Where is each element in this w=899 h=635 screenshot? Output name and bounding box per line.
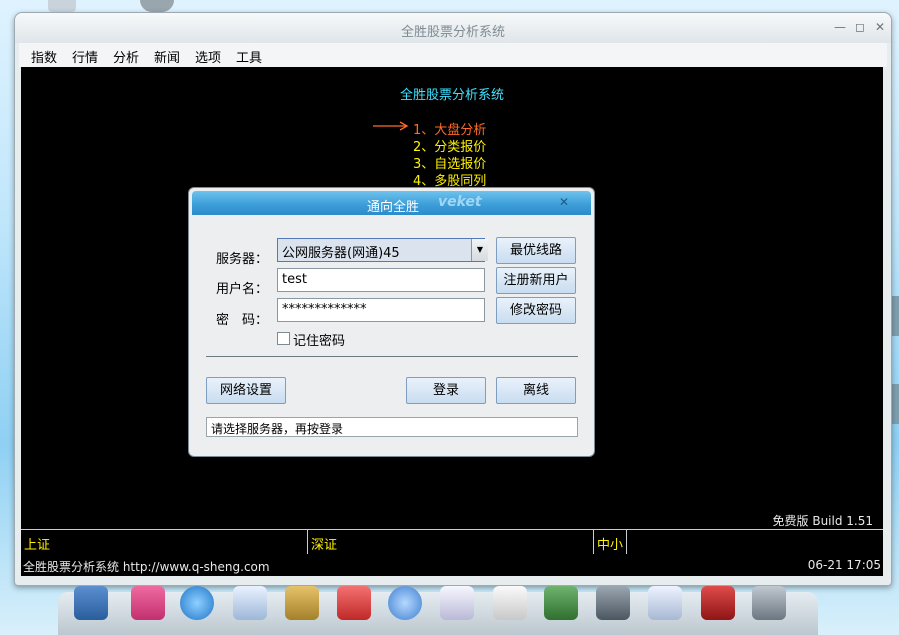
server-value: 公网服务器(网通)45 [282,246,400,261]
login-button[interactable]: 登录 [406,377,486,404]
status-bar: 全胜股票分析系统 http://www.q-sheng.com 06-21 17… [21,554,883,576]
help-icon[interactable] [701,586,735,620]
search-icon[interactable] [388,586,422,620]
divider [206,356,578,357]
clock: 06-21 17:05 [807,558,881,572]
chevron-down-icon[interactable]: ▼ [471,239,488,261]
window-title: 全胜股票分析系统 [400,25,505,40]
menu-analysis[interactable]: 分析 [113,47,139,66]
remember-label: 记住密码 [293,334,346,349]
dialog-title-bar[interactable]: 通向全胜 veket ✕ [192,191,591,215]
market-shenzhen[interactable]: 深证 [311,534,337,553]
site-url: 全胜股票分析系统 http://www.q-sheng.com [23,560,270,574]
menu-news[interactable]: 新闻 [154,47,180,66]
login-dialog: 通向全胜 veket ✕ 服务器： 公网服务器(网通)45 ▼ 最优线路 用户名… [188,187,595,457]
editor-icon[interactable] [233,586,267,620]
camera-icon[interactable] [752,586,786,620]
close-icon[interactable]: ✕ [873,20,887,34]
menu-bar: 指数 行情 分析 新闻 选项 工具 [19,43,887,67]
best-route-button[interactable]: 最优线路 [496,237,576,264]
register-button[interactable]: 注册新用户 [496,267,576,294]
market-shanghai[interactable]: 上证 [24,534,50,553]
divider [593,530,594,554]
divider [307,530,308,554]
menu-index[interactable]: 指数 [31,47,57,66]
divider [626,530,627,554]
document-icon[interactable] [440,586,474,620]
watermark-text: veket [438,194,482,210]
menu-options[interactable]: 选项 [195,47,221,66]
dialog-close-icon[interactable]: ✕ [559,195,569,209]
notes-icon[interactable] [493,586,527,620]
desktop-icon[interactable] [48,0,76,12]
dialog-title: 通向全胜 [367,200,420,215]
media-player-icon[interactable] [285,586,319,620]
username-label: 用户名： [216,282,269,297]
menu-tools[interactable]: 工具 [236,47,262,66]
arrow-right-icon [373,121,409,131]
browser-icon[interactable] [180,586,214,620]
server-select[interactable]: 公网服务器(网通)45 [277,238,485,262]
minimize-icon[interactable]: — [833,20,847,34]
market-sme[interactable]: 中小 [597,534,623,553]
build-version: 免费版 Build 1.51 [772,514,873,528]
file-manager-icon[interactable] [74,586,108,620]
printer-icon[interactable] [596,586,630,620]
photo-icon[interactable] [131,586,165,620]
tools-icon[interactable] [337,586,371,620]
offline-button[interactable]: 离线 [496,377,576,404]
maximize-icon[interactable]: ◻ [853,20,867,34]
market-status-row: 上证 深证 中小 [21,529,883,555]
screen-title: 全胜股票分析系统 [399,88,504,103]
menu-quotes[interactable]: 行情 [72,47,98,66]
server-label: 服务器： [216,252,269,267]
desktop-icon[interactable] [140,0,174,12]
change-password-button[interactable]: 修改密码 [496,297,576,324]
password-label: 密 码： [216,313,269,328]
remember-checkbox[interactable] [277,332,290,345]
calculator-icon[interactable] [648,586,682,620]
network-settings-button[interactable]: 网络设置 [206,377,286,404]
username-input[interactable]: test [277,268,485,292]
title-bar[interactable]: 全胜股票分析系统 — ◻ ✕ [15,13,891,43]
paint-icon[interactable] [544,586,578,620]
status-message: 请选择服务器，再按登录 [206,417,578,437]
password-input[interactable]: ************* [277,298,485,322]
